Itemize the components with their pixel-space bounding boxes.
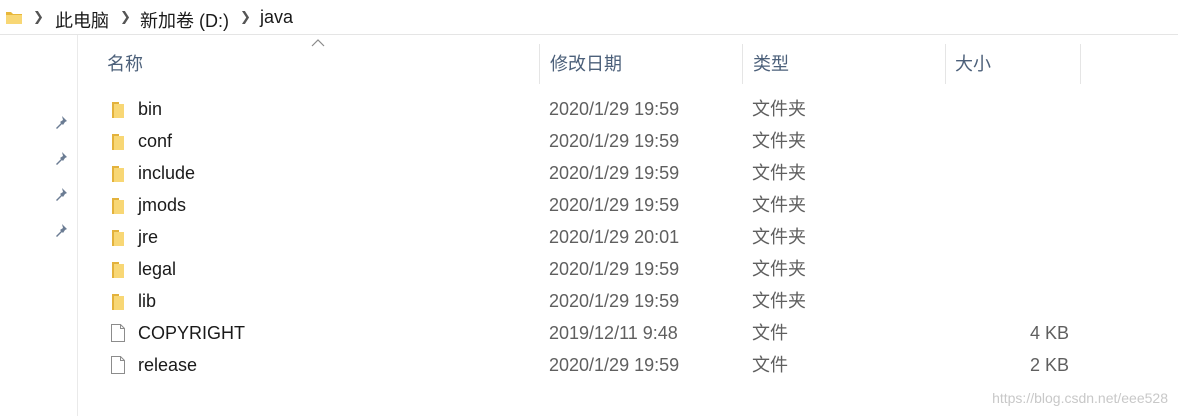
file-type: 文件夹: [752, 259, 806, 279]
folder-icon: [112, 166, 124, 182]
file-date: 2020/1/29 19:59: [549, 195, 680, 215]
file-type: 文件夹: [752, 291, 806, 311]
file-name: legal: [138, 259, 177, 279]
sort-ascending-icon: [311, 39, 325, 47]
file-row-copyright[interactable]: COPYRIGHT 2019/12/11 9:48 文件 4 KB: [79, 317, 1079, 349]
pin-icon[interactable]: [53, 150, 69, 166]
file-name: jre: [138, 227, 159, 247]
file-date: 2020/1/29 19:59: [549, 355, 680, 375]
column-divider[interactable]: [1080, 44, 1081, 84]
address-bar[interactable]: ❯ 此电脑 ❯ 新加卷 (D:) ❯ java: [0, 0, 1178, 35]
pin-icon[interactable]: [53, 114, 69, 130]
folder-icon: [112, 262, 124, 278]
file-date: 2020/1/29 19:59: [549, 99, 680, 119]
file-icon: [111, 356, 125, 374]
column-header-date[interactable]: 修改日期: [540, 44, 742, 84]
file-name: jmods: [138, 195, 187, 215]
file-icon: [111, 324, 125, 342]
pin-icon[interactable]: [53, 222, 69, 238]
chevron-right-icon[interactable]: ❯: [33, 10, 44, 24]
file-date: 2019/12/11 9:48: [549, 323, 678, 343]
file-name: lib: [138, 291, 157, 311]
file-name: release: [138, 355, 198, 375]
folder-icon: [112, 102, 124, 118]
column-header-type[interactable]: 类型: [743, 44, 945, 84]
chevron-right-icon[interactable]: ❯: [120, 10, 131, 24]
file-type: 文件: [752, 355, 788, 375]
folder-icon: [112, 294, 124, 310]
file-row-release[interactable]: release 2020/1/29 19:59 文件 2 KB: [79, 349, 1079, 381]
folder-icon: [112, 134, 124, 150]
file-row-conf[interactable]: conf 2020/1/29 19:59 文件夹: [79, 125, 1079, 157]
file-type: 文件夹: [752, 131, 806, 151]
file-row-legal[interactable]: legal 2020/1/29 19:59 文件夹: [79, 253, 1079, 285]
file-date: 2020/1/29 19:59: [549, 131, 680, 151]
file-row-include[interactable]: include 2020/1/29 19:59 文件夹: [79, 157, 1079, 189]
file-row-jmods[interactable]: jmods 2020/1/29 19:59 文件夹: [79, 189, 1079, 221]
file-list: bin 2020/1/29 19:59 文件夹 conf 2020/1/29 1…: [79, 93, 1079, 381]
file-name: bin: [138, 99, 163, 119]
file-type: 文件夹: [752, 195, 806, 215]
file-date: 2020/1/29 19:59: [549, 291, 680, 311]
breadcrumb-java[interactable]: java: [260, 7, 293, 28]
file-size: 4 KB: [1029, 323, 1069, 343]
file-name: conf: [138, 131, 173, 151]
breadcrumb-drive-d[interactable]: 新加卷 (D:): [140, 7, 229, 33]
file-type: 文件夹: [752, 227, 806, 247]
pin-icon[interactable]: [53, 186, 69, 202]
file-size: 2 KB: [1029, 355, 1069, 375]
file-type: 文件夹: [752, 163, 806, 183]
file-date: 2020/1/29 19:59: [549, 163, 680, 183]
file-row-jre[interactable]: jre 2020/1/29 20:01 文件夹: [79, 221, 1079, 253]
column-header-name[interactable]: 名称: [97, 44, 537, 84]
file-row-lib[interactable]: lib 2020/1/29 19:59 文件夹: [79, 285, 1079, 317]
watermark: https://blog.csdn.net/eee528: [992, 390, 1168, 406]
file-name: COPYRIGHT: [138, 323, 246, 343]
file-name: include: [138, 163, 196, 183]
column-header-row: 名称 修改日期 类型 大小: [79, 44, 1081, 84]
breadcrumb-this-pc[interactable]: 此电脑: [55, 7, 109, 33]
file-type: 文件: [752, 323, 788, 343]
column-header-size[interactable]: 大小: [945, 44, 1081, 84]
file-row-bin[interactable]: bin 2020/1/29 19:59 文件夹: [79, 93, 1079, 125]
file-date: 2020/1/29 20:01: [549, 227, 680, 247]
folder-icon: [112, 230, 124, 246]
chevron-right-icon[interactable]: ❯: [240, 10, 251, 24]
folder-icon: [112, 198, 124, 214]
file-date: 2020/1/29 19:59: [549, 259, 680, 279]
folder-icon: [6, 12, 22, 24]
file-type: 文件夹: [752, 99, 806, 119]
